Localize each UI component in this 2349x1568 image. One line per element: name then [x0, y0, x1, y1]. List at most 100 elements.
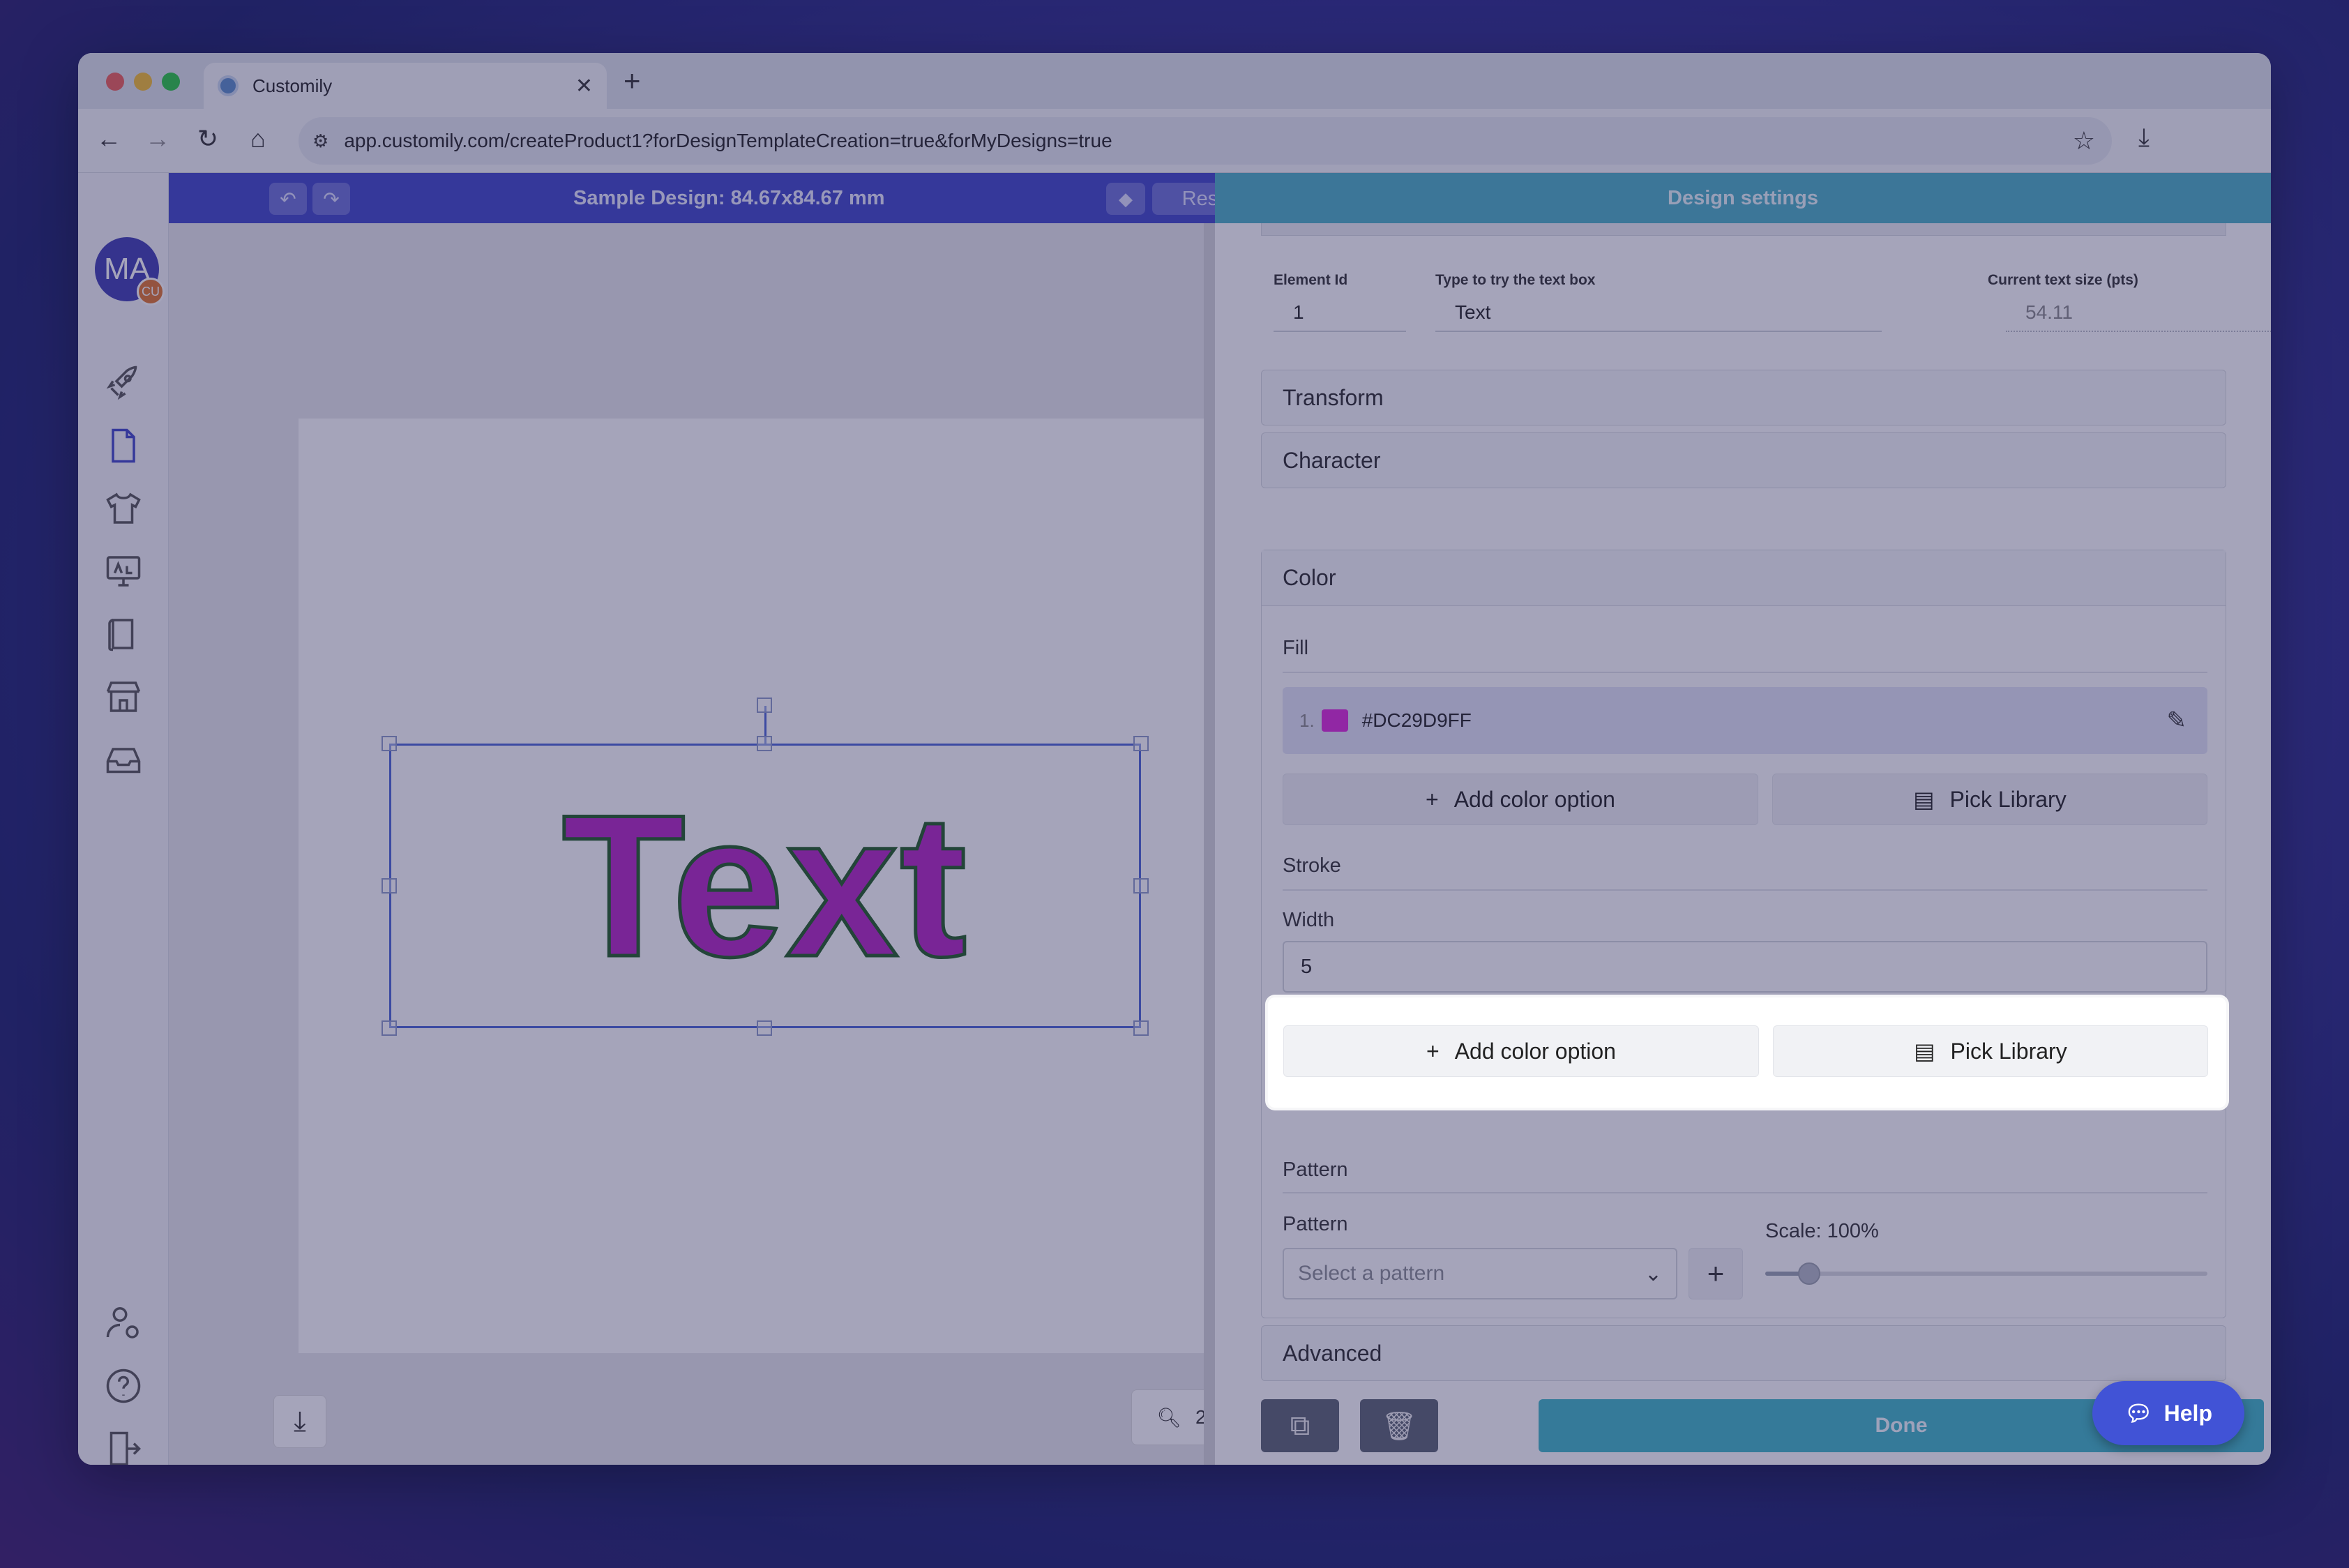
- stroke-divider: [1283, 889, 2207, 891]
- rocket-icon[interactable]: [99, 359, 148, 407]
- rotate-handle[interactable]: [757, 698, 772, 713]
- home-icon[interactable]: ⌂: [241, 124, 275, 153]
- color-section: Color Fill 1. #DC29D9FF ✎ + Add color op…: [1261, 550, 2226, 1318]
- library-icon: ▤: [1913, 787, 1935, 812]
- help-label: Help: [2163, 1400, 2212, 1426]
- panel-toolbar-strip: [1261, 223, 2226, 236]
- fill-color-swatch[interactable]: [1321, 709, 1348, 732]
- text-size-field: 54.11: [2006, 294, 2271, 332]
- user-badge: CU: [137, 278, 165, 306]
- minimize-window-button[interactable]: [134, 73, 152, 91]
- document-icon[interactable]: [99, 421, 148, 470]
- character-section[interactable]: Character: [1261, 432, 2226, 488]
- pencil-icon[interactable]: ✎: [2167, 707, 2187, 734]
- maximize-window-button[interactable]: [162, 73, 180, 91]
- address-bar[interactable]: ⚙ app.customily.com/createProduct1?forDe…: [299, 117, 2112, 165]
- pattern-select[interactable]: Select a pattern ⌄: [1283, 1248, 1677, 1299]
- resize-handle[interactable]: [382, 878, 397, 894]
- customily-app: MA CU ↶ ↷ Sample Design: 84.67x84.67 mm …: [78, 173, 2271, 1465]
- tab-close-icon[interactable]: ✕: [575, 74, 593, 98]
- fill-add-color-label: Add color option: [1453, 786, 1615, 812]
- pattern-scale-label: Scale: 100%: [1765, 1220, 1879, 1242]
- transform-section[interactable]: Transform: [1261, 370, 2226, 425]
- fill-label: Fill: [1283, 637, 1309, 659]
- resize-handle[interactable]: [1133, 878, 1149, 894]
- tab-bar: Customily ✕ +: [78, 53, 2271, 109]
- stroke-pick-library-button[interactable]: ▤ Pick Library: [1773, 1025, 2208, 1077]
- library-icon: ▤: [1914, 1039, 1935, 1064]
- pattern-divider: [1283, 1192, 2207, 1193]
- canvas-scrollbar[interactable]: [1204, 223, 1215, 1465]
- undo-button[interactable]: ↶: [269, 183, 307, 215]
- logout-icon[interactable]: [99, 1424, 148, 1465]
- try-text-label: Type to try the text box: [1435, 272, 1596, 288]
- monitor-icon[interactable]: [99, 547, 148, 596]
- bookmark-star-icon[interactable]: ☆: [2073, 126, 2095, 156]
- design-settings-panel: Element Id 1 Type to try the text box Te…: [1215, 223, 2271, 1465]
- selection-box[interactable]: [389, 744, 1141, 1028]
- fill-color-item[interactable]: 1. #DC29D9FF ✎: [1283, 687, 2207, 754]
- plus-icon: +: [1426, 1038, 1440, 1064]
- pattern-section-label: Pattern: [1283, 1159, 1348, 1181]
- settings-header: Design settings: [1215, 173, 2271, 223]
- element-id-label: Element Id: [1274, 272, 1348, 288]
- resize-handle[interactable]: [757, 1020, 772, 1036]
- fill-pick-library-label: Pick Library: [1949, 786, 2067, 812]
- help-button[interactable]: 💬︎ Help: [2092, 1381, 2244, 1445]
- pattern-field-label: Pattern: [1283, 1213, 1348, 1235]
- settings-title: Design settings: [1668, 187, 1818, 209]
- fill-add-color-button[interactable]: + Add color option: [1283, 774, 1758, 825]
- color-section-header[interactable]: Color: [1262, 550, 2226, 606]
- redo-button[interactable]: ↷: [312, 183, 350, 215]
- resize-handle[interactable]: [1133, 1020, 1149, 1036]
- text-size-label: Current text size (pts): [1988, 272, 2138, 288]
- pattern-scale-knob[interactable]: [1798, 1262, 1821, 1285]
- help-circle-icon[interactable]: [99, 1362, 148, 1410]
- reload-icon[interactable]: ↻: [191, 124, 225, 153]
- tab-title: Customily: [252, 75, 333, 96]
- advanced-section[interactable]: Advanced: [1261, 1325, 2226, 1381]
- plus-icon: +: [1426, 786, 1439, 812]
- stroke-add-color-label: Add color option: [1454, 1038, 1616, 1064]
- fill-color-hex: #DC29D9FF: [1361, 709, 1472, 731]
- download-design-button[interactable]: ⤓: [273, 1395, 326, 1448]
- fill-pick-library-button[interactable]: ▤ Pick Library: [1772, 774, 2207, 825]
- trash-icon[interactable]: 🗑︎: [1360, 1399, 1438, 1452]
- resize-handle[interactable]: [382, 736, 397, 751]
- store-icon[interactable]: [99, 672, 148, 721]
- download-icon[interactable]: ⤓: [2138, 123, 2150, 153]
- back-icon[interactable]: ←: [92, 124, 126, 153]
- fill-divider: [1283, 672, 2207, 673]
- try-text-input[interactable]: Text: [1435, 294, 1882, 332]
- left-sidebar: MA CU: [78, 173, 169, 1465]
- book-icon[interactable]: [99, 610, 148, 658]
- stroke-label: Stroke: [1283, 854, 1341, 877]
- browser-toolbar: ← → ↻ ⌂ ⚙ app.customily.com/createProduc…: [78, 109, 2271, 173]
- browser-tab[interactable]: Customily ✕: [204, 63, 607, 109]
- duplicate-button[interactable]: ⧉: [1261, 1399, 1339, 1452]
- site-settings-icon[interactable]: ⚙: [312, 130, 328, 152]
- forward-icon[interactable]: →: [141, 124, 174, 153]
- inbox-icon[interactable]: [99, 735, 148, 784]
- stroke-width-input[interactable]: 5: [1283, 941, 2207, 993]
- resize-handle[interactable]: [1133, 736, 1149, 751]
- resize-handle[interactable]: [757, 736, 772, 751]
- design-title: Sample Design: 84.67x84.67 mm: [573, 187, 885, 209]
- chevron-down-icon: ⌄: [1644, 1262, 1662, 1286]
- tag-icon[interactable]: ◆: [1106, 183, 1145, 215]
- close-window-button[interactable]: [106, 73, 124, 91]
- pattern-scale-track[interactable]: [1765, 1272, 2207, 1276]
- element-id-field[interactable]: 1: [1274, 294, 1406, 332]
- new-tab-icon[interactable]: +: [624, 64, 641, 98]
- url-text[interactable]: app.customily.com/createProduct1?forDesi…: [344, 130, 2072, 152]
- resize-handle[interactable]: [382, 1020, 397, 1036]
- canvas-area[interactable]: Text ⤓ 🔍︎ 209%: [169, 223, 1271, 1465]
- user-settings-icon[interactable]: [99, 1299, 148, 1348]
- stroke-add-color-button[interactable]: + Add color option: [1283, 1025, 1759, 1077]
- browser-window: Customily ✕ + ← → ↻ ⌂ ⚙ app.customily.co…: [78, 53, 2271, 1465]
- add-pattern-button[interactable]: +: [1689, 1248, 1743, 1299]
- pattern-select-value: Select a pattern: [1298, 1262, 1445, 1285]
- customily-favicon-icon: [218, 75, 239, 96]
- tshirt-icon[interactable]: [99, 484, 148, 533]
- artboard[interactable]: Text: [299, 419, 1233, 1353]
